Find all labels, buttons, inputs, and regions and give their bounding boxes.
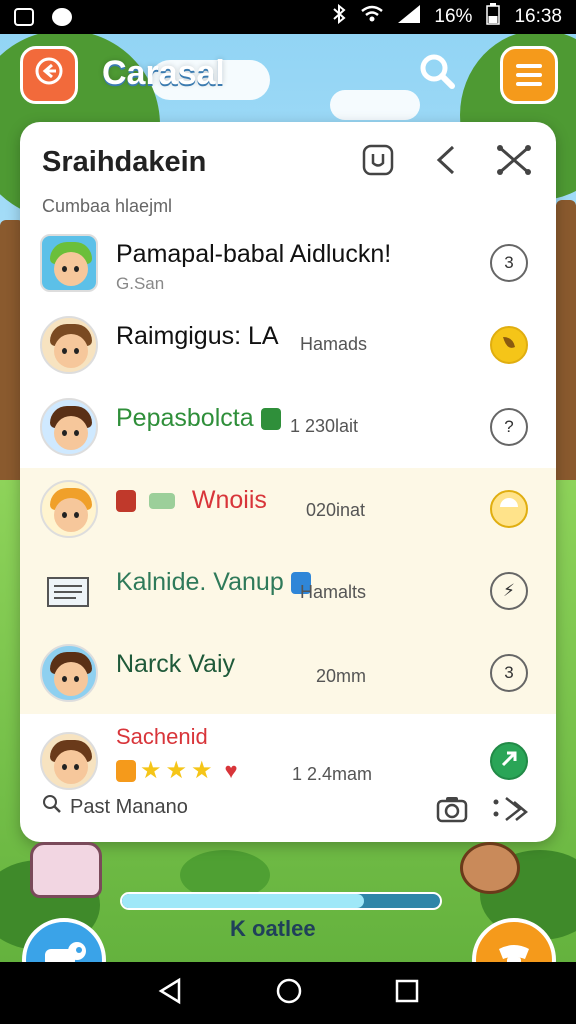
item-title: Kalnide. Vanup	[116, 568, 311, 597]
back-arrow-icon	[34, 56, 64, 94]
item-subtitle: G.San	[116, 274, 165, 293]
item-meta: 20mm	[316, 666, 367, 686]
more-icon[interactable]	[492, 794, 532, 829]
search-icon	[42, 794, 62, 820]
clock: 16:38	[514, 6, 562, 27]
share-button[interactable]	[358, 142, 398, 182]
item-title-text: Pepasbolcta	[116, 404, 254, 432]
item-meta: Hamalts	[300, 582, 367, 602]
star-icon: ★	[140, 757, 162, 784]
item-title: Sachenid	[116, 724, 208, 749]
item-action-button[interactable]	[490, 742, 528, 780]
tag-icon	[148, 493, 175, 510]
character-sprite	[460, 842, 520, 894]
item-title: Wnoiis	[116, 486, 267, 515]
progress-label: K oatlee	[230, 916, 316, 941]
item-action-button[interactable]: ⚡	[490, 572, 528, 610]
item-action-button[interactable]	[490, 326, 528, 364]
previous-button[interactable]	[426, 142, 466, 182]
chevron-left-icon	[431, 143, 461, 182]
back-button[interactable]	[20, 46, 78, 104]
close-button[interactable]	[494, 142, 534, 182]
card-footer: Past Manano	[20, 784, 556, 842]
item-action-button[interactable]	[490, 490, 528, 528]
menu-icon	[516, 82, 542, 86]
item-title: Raimgigus: LA	[116, 322, 279, 350]
item-action-button[interactable]: 3	[490, 654, 528, 692]
card-title: Sraihdakein	[42, 146, 207, 178]
share-icon	[361, 143, 395, 182]
list-item[interactable]: Pepasbolcta 1 230lait ?	[20, 386, 556, 468]
status-bar: 16% 16:38	[0, 0, 576, 34]
home-nav-button[interactable]	[275, 977, 303, 1010]
wifi-icon	[360, 5, 384, 29]
item-title: Pamapal-babal Aidluckn!	[116, 240, 392, 268]
list-item[interactable]: Raimgigus: LA Hamads	[20, 304, 556, 386]
bluetooth-icon	[332, 3, 346, 30]
footer-search[interactable]: Past Manano	[42, 794, 188, 820]
heart-icon: ♥	[224, 757, 238, 783]
tag-icon	[260, 408, 281, 431]
list-item[interactable]: Pamapal-babal Aidluckn! G.San 3	[20, 222, 556, 304]
avatar	[40, 644, 98, 702]
item-meta: 1 2.4mam	[292, 764, 373, 784]
character-sprite	[30, 842, 102, 898]
menu-button[interactable]	[500, 46, 558, 104]
item-title-text: Wnoiis	[191, 486, 267, 514]
card-subtitle: Cumbaa hlaejml	[42, 196, 173, 216]
item-meta: 1 230lait	[290, 416, 359, 436]
card-actions	[358, 142, 534, 182]
battery-icon	[486, 3, 501, 31]
footer-actions	[436, 794, 532, 829]
item-meta: 020inat	[306, 500, 366, 520]
menu-icon	[516, 73, 542, 77]
avatar	[40, 480, 98, 538]
item-list: Pamapal-babal Aidluckn! G.San 3 Raimgigu…	[20, 222, 556, 808]
app-title: Carasal	[102, 54, 225, 92]
item-title: Narck Vaiy	[116, 650, 236, 678]
footer-search-label: Past Manano	[70, 795, 188, 818]
avatar	[40, 316, 98, 374]
item-title-text: Kalnide. Vanup	[116, 568, 284, 596]
app-bar: Carasal	[0, 36, 576, 116]
progress-fill	[122, 894, 364, 908]
star-icon: ★	[165, 757, 188, 784]
signal-icon	[398, 5, 421, 29]
notification-icon	[14, 8, 34, 26]
system-nav-bar	[0, 962, 576, 1024]
recents-nav-button[interactable]	[395, 979, 419, 1008]
moon-icon	[499, 333, 519, 358]
item-meta: Hamads	[300, 334, 368, 354]
list-item[interactable]: Narck Vaiy 20mm 3	[20, 632, 556, 714]
avatar	[40, 562, 98, 620]
progress-bar	[120, 892, 442, 910]
list-card: Sraihdakein Cumbaa hlaejml Pamapal-babal	[20, 122, 556, 842]
rating: ★ ★ ★ ♥	[116, 756, 238, 785]
chest-icon	[116, 759, 136, 782]
search-icon	[417, 51, 457, 96]
tag-icon	[116, 490, 136, 513]
item-action-button[interactable]: 3	[490, 244, 528, 282]
back-nav-button[interactable]	[157, 977, 183, 1010]
half-circle-icon	[498, 496, 520, 523]
camera-icon[interactable]	[436, 795, 468, 828]
item-title: Pepasbolcta	[116, 404, 281, 433]
avatar	[40, 234, 98, 292]
notification-icon	[52, 8, 72, 26]
star-icon: ★	[191, 757, 213, 784]
menu-icon	[516, 64, 542, 68]
list-item[interactable]: Wnoiis 020inat	[20, 468, 556, 550]
search-button[interactable]	[412, 48, 462, 98]
avatar	[40, 732, 98, 790]
battery-percent: 16%	[434, 6, 473, 27]
close-icon	[495, 143, 533, 182]
item-action-button[interactable]: ?	[490, 408, 528, 446]
arrow-icon	[499, 749, 519, 774]
list-item[interactable]: Kalnide. Vanup Hamalts ⚡	[20, 550, 556, 632]
avatar	[40, 398, 98, 456]
